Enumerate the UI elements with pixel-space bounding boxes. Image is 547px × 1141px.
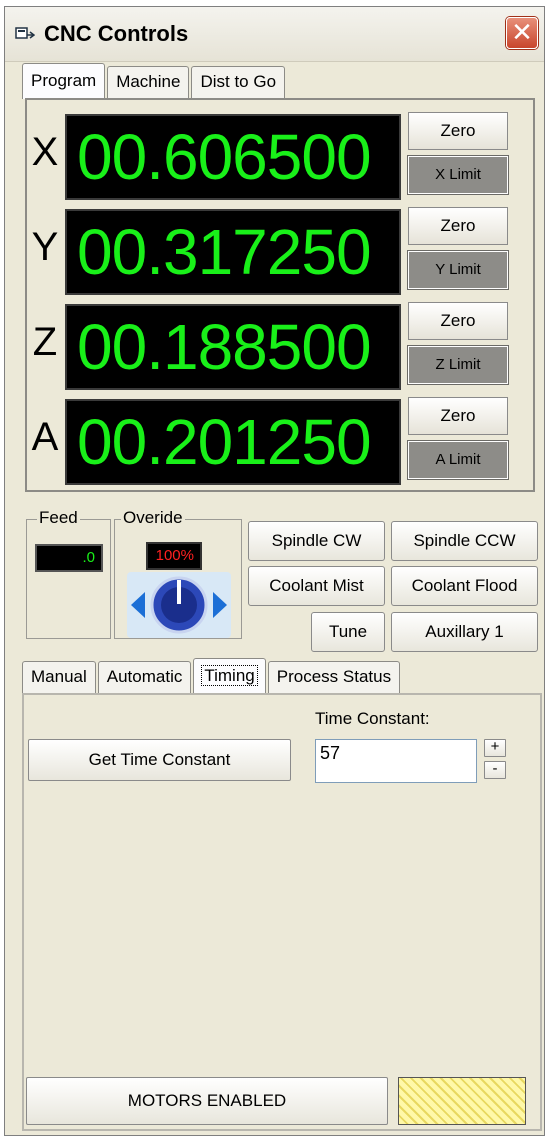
top-tab-strip: Program Machine Dist to Go xyxy=(22,62,287,99)
axis-letter: X xyxy=(31,130,59,174)
tab-process-status[interactable]: Process Status xyxy=(267,661,401,693)
tab-program[interactable]: Program xyxy=(22,63,106,99)
timing-panel: Time Constant: Get Time Constant 57 + - … xyxy=(22,693,542,1131)
time-constant-label: Time Constant: xyxy=(315,709,430,728)
override-group: Overide 100% xyxy=(114,508,242,639)
close-icon: ✕ xyxy=(511,17,533,47)
override-knob-area[interactable] xyxy=(127,572,231,638)
controls-section: Feed .0 Overide 100% Spindle CW Spindle … xyxy=(22,504,542,654)
feed-display: .0 xyxy=(35,544,103,572)
decrease-arrow-icon xyxy=(131,592,145,618)
a-limit-indicator: A Limit xyxy=(407,440,509,480)
close-button[interactable]: ✕ xyxy=(506,17,538,49)
feed-label: Feed xyxy=(37,508,80,528)
y-limit-indicator: Y Limit xyxy=(407,250,509,290)
time-constant-increment-button[interactable]: + xyxy=(484,739,506,757)
zero-x-button[interactable]: Zero xyxy=(408,112,508,150)
tab-automatic[interactable]: Automatic xyxy=(97,661,192,693)
tab-dist-to-go[interactable]: Dist to Go xyxy=(191,66,286,98)
increase-arrow-icon xyxy=(213,592,227,618)
feed-group: Feed .0 xyxy=(26,508,111,639)
dro-display-x: 00.606500 xyxy=(65,114,401,200)
zero-y-button[interactable]: Zero xyxy=(408,207,508,245)
tab-manual[interactable]: Manual xyxy=(22,661,96,693)
tune-button[interactable]: Tune xyxy=(311,612,385,652)
axis-letter: A xyxy=(31,415,59,459)
time-constant-field[interactable]: 57 xyxy=(315,739,477,783)
title-bar[interactable]: CNC Controls ✕ xyxy=(5,7,544,62)
dro-display-z: 00.188500 xyxy=(65,304,401,390)
tab-timing[interactable]: Timing xyxy=(193,658,266,694)
motors-enabled-button[interactable]: MOTORS ENABLED xyxy=(26,1077,388,1125)
z-limit-indicator: Z Limit xyxy=(407,345,509,385)
x-limit-indicator: X Limit xyxy=(407,155,509,195)
window-app-icon xyxy=(15,27,35,39)
override-display: 100% xyxy=(146,542,202,570)
override-label: Overide xyxy=(121,508,185,528)
coolant-mist-button[interactable]: Coolant Mist xyxy=(248,566,385,606)
dro-display-a: 00.201250 xyxy=(65,399,401,485)
spindle-cw-button[interactable]: Spindle CW xyxy=(248,521,385,561)
coolant-flood-button[interactable]: Coolant Flood xyxy=(391,566,538,606)
axis-letter: Y xyxy=(31,225,59,269)
tab-machine[interactable]: Machine xyxy=(107,66,190,98)
bottom-tab-strip: Manual Automatic Timing Process Status xyxy=(22,657,402,694)
status-indicator xyxy=(398,1077,526,1125)
zero-z-button[interactable]: Zero xyxy=(408,302,508,340)
zero-a-button[interactable]: Zero xyxy=(408,397,508,435)
window-title: CNC Controls xyxy=(44,21,189,46)
dro-display-y: 00.317250 xyxy=(65,209,401,295)
dro-panel: X 00.606500 Zero X Limit Y 00.317250 Zer… xyxy=(25,98,535,492)
time-constant-decrement-button[interactable]: - xyxy=(484,761,506,779)
axis-letter: Z xyxy=(32,320,58,364)
auxillary-1-button[interactable]: Auxillary 1 xyxy=(391,612,538,652)
cnc-controls-window: CNC Controls ✕ Program Machine Dist to G… xyxy=(4,6,545,1136)
spindle-ccw-button[interactable]: Spindle CCW xyxy=(391,521,538,561)
get-time-constant-button[interactable]: Get Time Constant xyxy=(28,739,291,781)
